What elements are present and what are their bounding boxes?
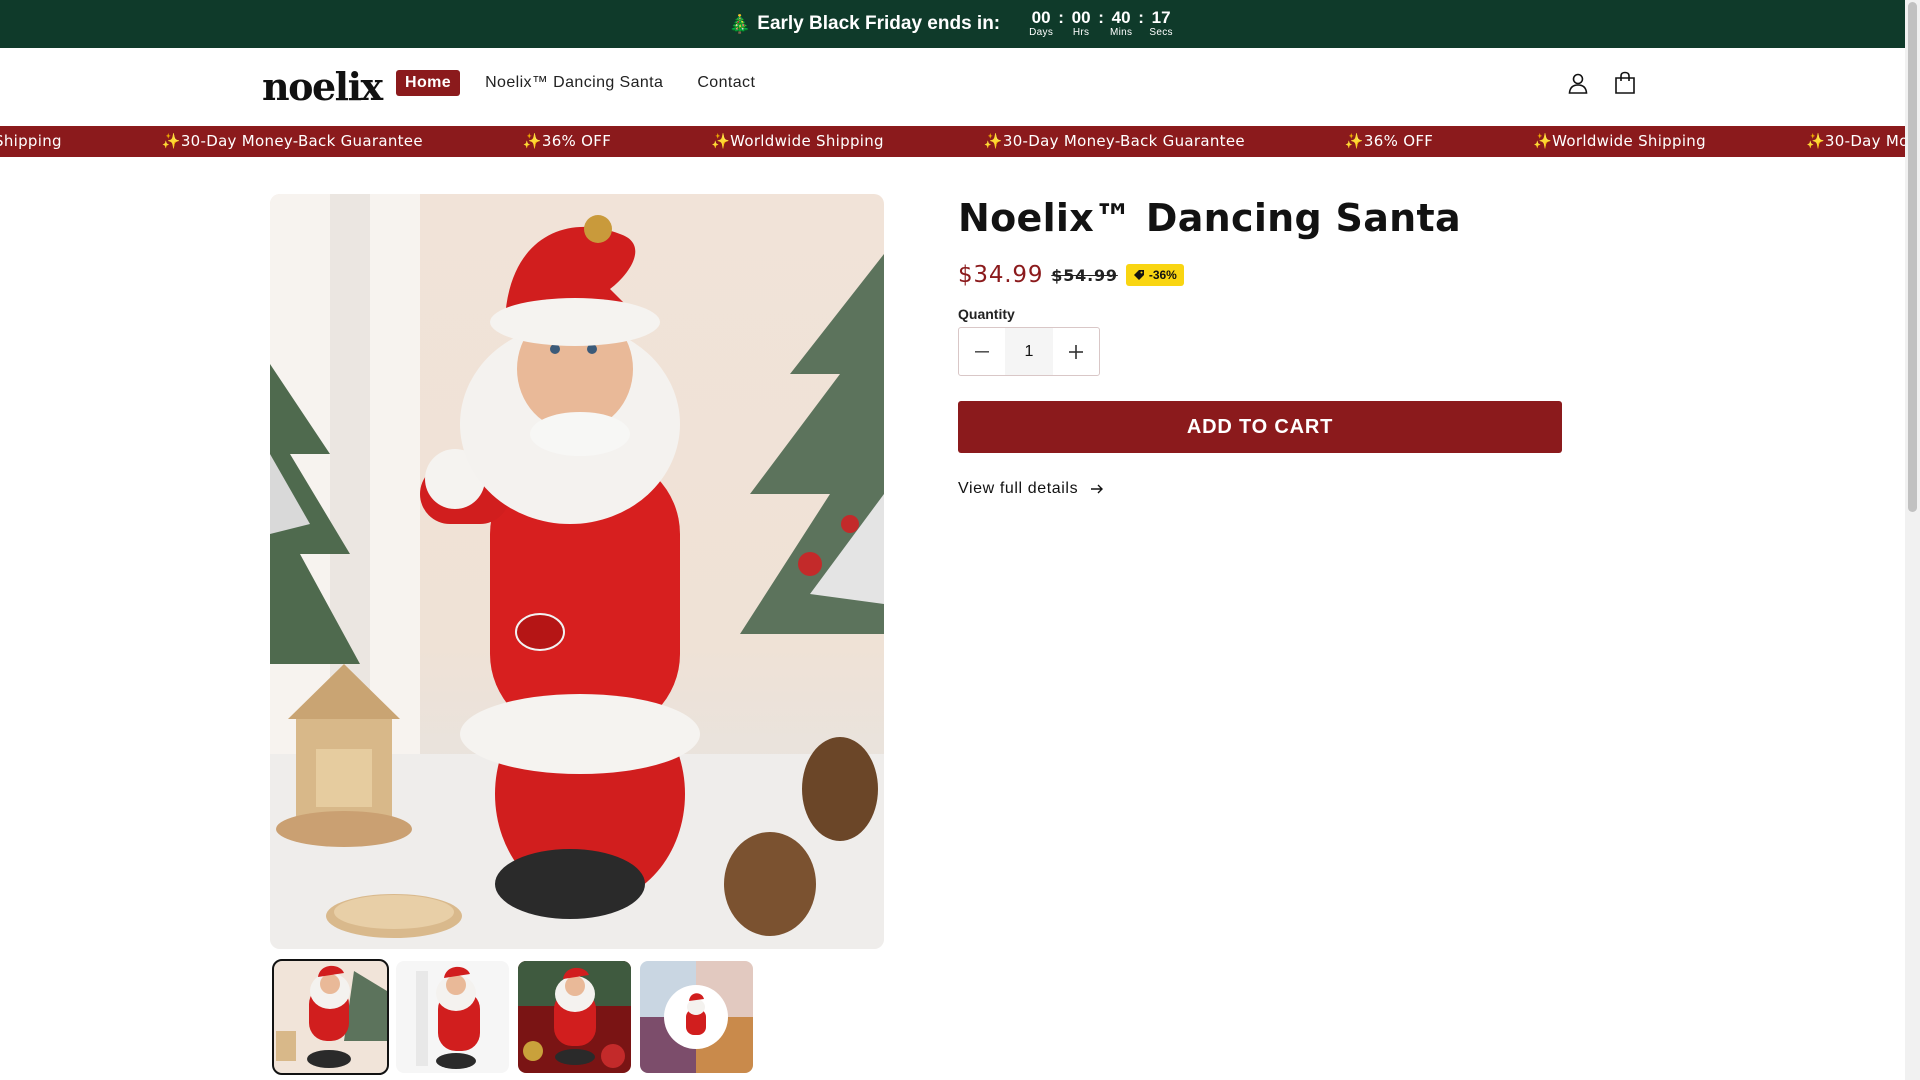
add-to-cart-button[interactable]: ADD TO CART [958, 401, 1562, 453]
nav-dancing-santa[interactable]: Noelix™ Dancing Santa [476, 70, 672, 96]
quantity-increase-button[interactable] [1053, 328, 1099, 375]
marquee-item: ✨30-Day Money-Back Guarantee [161, 132, 423, 150]
countdown-label: Secs [1149, 27, 1173, 38]
product-thumbnails [272, 959, 753, 1075]
christmas-tree-icon: 🎄 [728, 13, 752, 34]
site-logo[interactable]: noelix [262, 64, 383, 109]
marquee-item: Shipping [0, 132, 62, 150]
countdown-value: 00 [1071, 8, 1091, 27]
marquee-track: Shipping ✨30-Day Money-Back Guarantee ✨3… [0, 132, 1905, 150]
marquee-item: ✨Worldwide Shipping [711, 132, 884, 150]
countdown-value: 00 [1031, 8, 1051, 27]
product-main-image[interactable] [270, 194, 884, 949]
product-info: Noelix™ Dancing Santa $34.99 $54.99 -36%… [958, 196, 1562, 498]
marquee-item: ✨30-Day Money-Back Guarantee [1805, 132, 1905, 150]
marquee-item: ✨Worldwide Shipping [1533, 132, 1706, 150]
thumbnail-3[interactable] [518, 961, 631, 1073]
nav-home[interactable]: Home [396, 70, 461, 96]
quantity-input[interactable] [1005, 328, 1053, 375]
compare-price: $54.99 [1051, 265, 1118, 285]
thumbnail-1[interactable] [272, 959, 389, 1075]
page-scrollbar[interactable] [1905, 0, 1920, 1080]
price-row: $34.99 $54.99 -36% [958, 262, 1562, 288]
sale-price: $34.99 [958, 262, 1044, 288]
discount-badge: -36% [1125, 264, 1184, 286]
countdown-timer: 00 Days : 00 Hrs : 40 Mins : 17 Secs [1026, 9, 1176, 39]
quantity-stepper [958, 327, 1100, 376]
countdown-minutes: 40 Mins [1106, 9, 1136, 39]
countdown-label: Mins [1109, 27, 1133, 38]
countdown-label: Hrs [1072, 27, 1090, 38]
announcement-message: 🎄 Early Black Friday ends in: [729, 13, 1000, 35]
account-icon[interactable] [1563, 68, 1593, 98]
countdown-days: 00 Days [1026, 9, 1056, 39]
countdown-separator: : [1138, 8, 1144, 27]
product-title: Noelix™ Dancing Santa [958, 196, 1461, 240]
view-full-details-link[interactable]: View full details [958, 480, 1562, 498]
countdown-separator: : [1098, 8, 1104, 27]
countdown-seconds: 17 Secs [1146, 9, 1176, 39]
site-header: noelix Home Noelix™ Dancing Santa Contac… [0, 48, 1905, 126]
countdown-label: Days [1029, 27, 1054, 38]
announcement-text: Early Black Friday ends in: [757, 13, 1001, 34]
scrollbar-thumb[interactable] [1908, 2, 1917, 512]
countdown-value: 40 [1111, 8, 1131, 27]
minus-icon [975, 350, 989, 353]
discount-text: -36% [1148, 268, 1177, 282]
marquee-item: ✨30-Day Money-Back Guarantee [983, 132, 1245, 150]
nav-contact[interactable]: Contact [688, 70, 764, 96]
quantity-decrease-button[interactable] [959, 328, 1005, 375]
thumbnail-4[interactable] [640, 961, 753, 1073]
announcement-bar: 🎄 Early Black Friday ends in: 00 Days : … [0, 0, 1905, 48]
tag-icon [1133, 270, 1144, 280]
countdown-hours: 00 Hrs [1066, 9, 1096, 39]
countdown-value: 17 [1151, 8, 1171, 27]
marquee-item: ✨36% OFF [522, 132, 612, 150]
view-details-label: View full details [958, 480, 1079, 497]
arrow-right-icon [1091, 484, 1104, 494]
promo-marquee: Shipping ✨30-Day Money-Back Guarantee ✨3… [0, 126, 1905, 157]
cart-icon[interactable] [1610, 68, 1640, 98]
quantity-label: Quantity [958, 306, 1015, 322]
marquee-item: ✨36% OFF [1344, 132, 1434, 150]
plus-icon [1069, 344, 1083, 359]
countdown-separator: : [1058, 8, 1064, 27]
thumbnail-2[interactable] [396, 961, 509, 1073]
main-nav: Home Noelix™ Dancing Santa Contact [396, 70, 764, 96]
